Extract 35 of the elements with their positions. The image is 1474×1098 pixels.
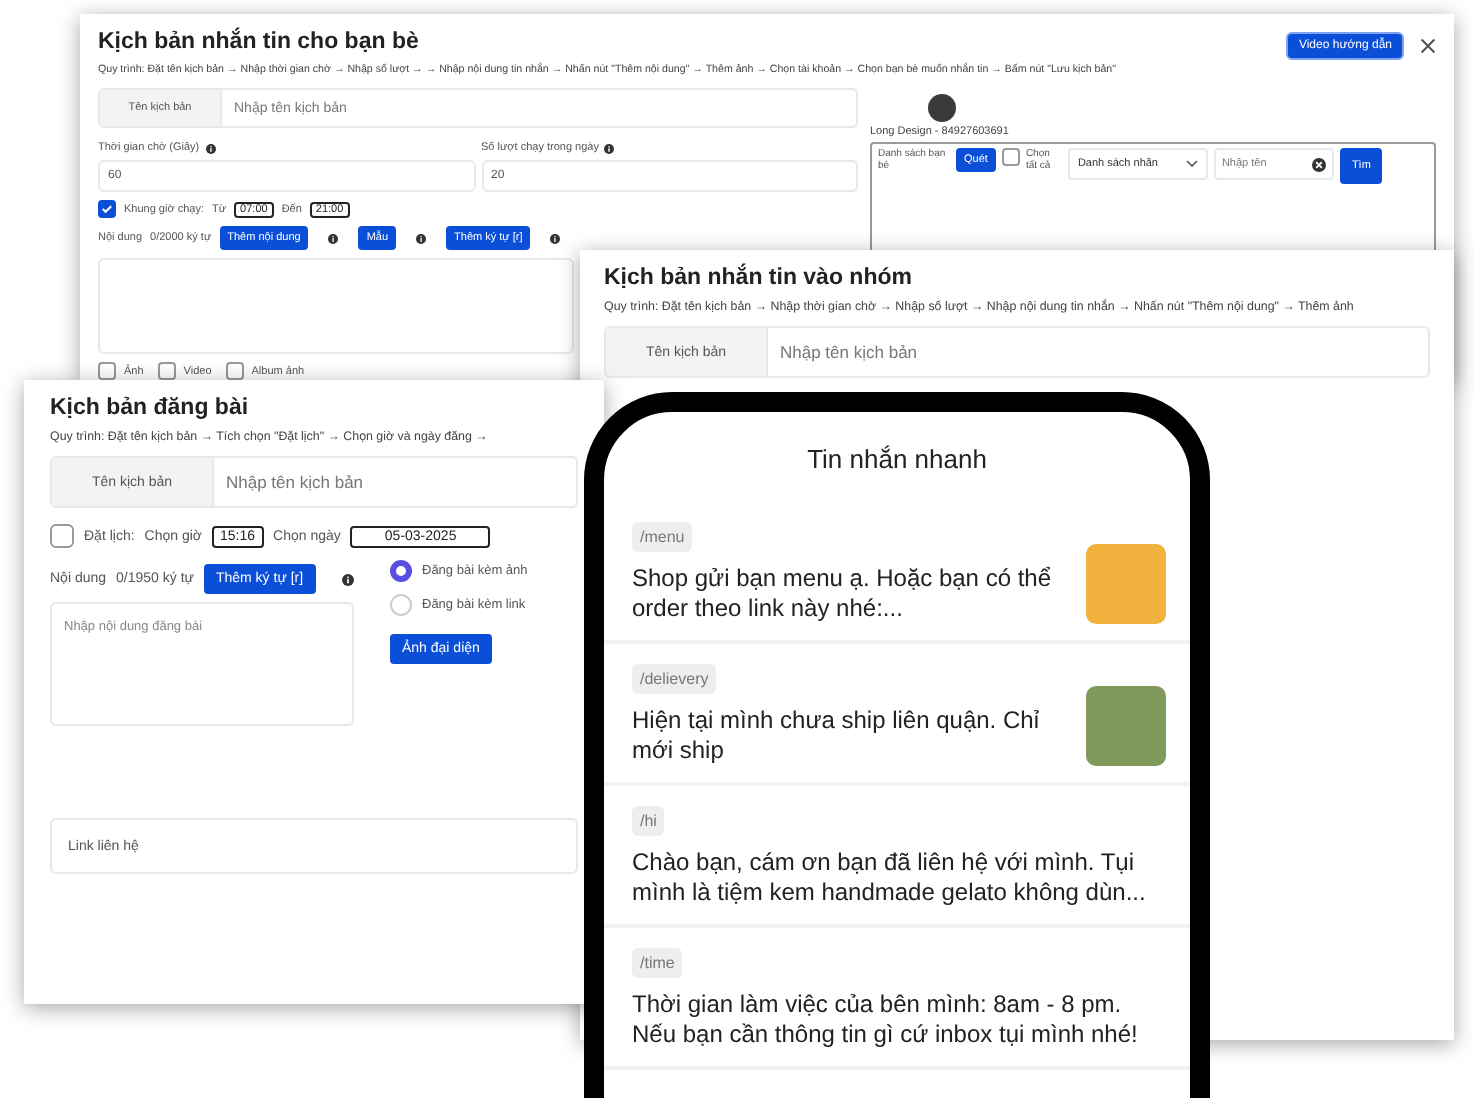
quick-message-item[interactable]: /time Thời gian làm việc của bên mình: 8am - 8 pm. Nếu bạn cần thông tin gì cứ inbox tụi mình nhé! [604, 928, 1190, 1070]
checkbox[interactable] [50, 524, 74, 548]
info-icon [341, 573, 354, 585]
checkbox[interactable] [98, 362, 116, 380]
shortcut-tag: /time [632, 948, 683, 978]
window-title: Kịch bản nhắn tin cho bạn bè [98, 30, 419, 54]
window-title: Kịch bản nhắn tin vào nhóm [604, 266, 914, 290]
clear-icon[interactable] [1311, 157, 1326, 171]
message-text: Shop gửi bạn menu ạ. Hoặc bạn có thể order theo link này nhé:... [632, 564, 1054, 624]
info-icon [328, 233, 339, 243]
message-text: Thời gian làm việc của bên mình: 8am - 8 pm. Nếu bạn cần thông tin gì cứ inbox tụi mình nhé! [632, 990, 1140, 1050]
message-text: Hiện tại mình chưa ship liên quận. Chỉ mới ship [632, 706, 1041, 766]
checkbox[interactable] [225, 362, 244, 380]
info-icon [604, 143, 615, 153]
shortcut-tag: /hi [632, 806, 665, 836]
info-icon [550, 233, 561, 243]
info-icon [205, 143, 216, 153]
quick-message-item[interactable]: /menu Shop gửi bạn menu ạ. Hoặc bạn có thể order theo link này nhé:... [604, 502, 1190, 644]
quick-message-item[interactable]: /hi Chào bạn, cám ơn bạn đã liên hệ với mình. Tụi mình là tiệm kem handmade gelato không dùn... [604, 786, 1190, 928]
screen-title: Tin nhắn nhanh [805, 442, 989, 478]
radio-button[interactable] [390, 560, 412, 582]
photo-placeholder [1086, 544, 1166, 624]
message-text: Chào bạn, cám ơn bạn đã liên hệ với mình. Tụi mình là tiệm kem handmade gelato không dùn... [632, 848, 1148, 908]
shortcut-tag: /delievery [632, 664, 717, 694]
avatar [928, 94, 956, 122]
shortcut-tag: /menu [632, 522, 693, 552]
chevron-down-icon [1185, 160, 1198, 168]
checkbox[interactable] [98, 200, 116, 218]
checkbox[interactable] [1001, 148, 1020, 166]
checkbox[interactable] [157, 362, 176, 380]
close-icon[interactable] [1420, 37, 1436, 53]
photo-placeholder [1086, 686, 1166, 766]
info-icon [416, 233, 427, 243]
quick-message-item[interactable]: /delievery Hiện tại mình chưa ship liên quận. Chỉ mới ship [604, 644, 1190, 786]
window-title: Kịch bản đăng bài [50, 396, 251, 420]
